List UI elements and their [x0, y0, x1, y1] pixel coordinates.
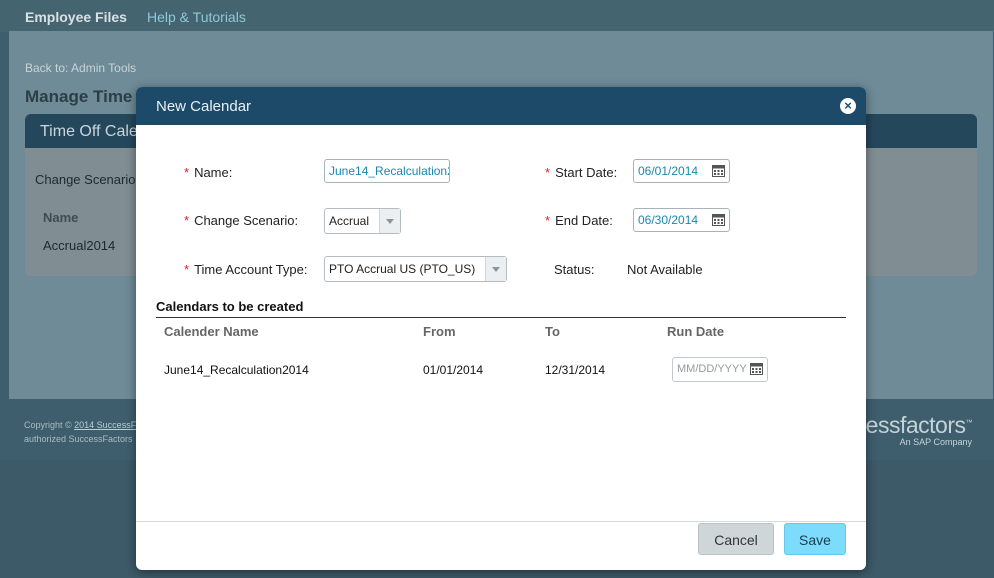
name-label-text: Name:: [194, 165, 233, 180]
required-marker: *: [545, 165, 551, 180]
change-scenario-select[interactable]: Accrual: [324, 208, 401, 234]
app-title[interactable]: Employee Files: [25, 9, 127, 25]
time-account-type-label: * Time Account Type:: [184, 262, 308, 277]
required-marker: *: [184, 165, 190, 180]
status-value: Not Available: [627, 262, 703, 277]
chevron-down-icon[interactable]: [379, 209, 400, 233]
footer-divider: [136, 521, 866, 522]
end-date-label-text: End Date:: [555, 213, 613, 228]
required-marker: *: [184, 213, 190, 228]
name-label: * Name:: [184, 165, 232, 180]
copyright-line2: authorized SuccessFactors: [24, 434, 133, 444]
row-to-date: 12/31/2014: [545, 363, 606, 377]
close-icon[interactable]: ×: [840, 98, 856, 114]
background-change-scenario-label: Change Scenario: [35, 172, 136, 187]
column-header-calender-name: Calender Name: [164, 324, 259, 339]
time-account-type-value: PTO Accrual US (PTO_US): [329, 262, 476, 276]
copyright-prefix: Copyright ©: [24, 420, 75, 430]
end-date-input[interactable]: 06/30/2014: [633, 208, 730, 232]
required-marker: *: [545, 213, 551, 228]
status-label: Status:: [554, 262, 595, 277]
change-scenario-label: * Change Scenario:: [184, 213, 298, 228]
change-scenario-label-text: Change Scenario:: [194, 213, 299, 228]
column-header-run-date: Run Date: [667, 324, 725, 339]
calendar-icon[interactable]: [712, 213, 725, 226]
required-marker: *: [184, 262, 190, 277]
row-calendar-name: June14_Recalculation2014: [164, 363, 309, 377]
start-date-value: 06/01/2014: [638, 164, 699, 178]
background-name-column: Name: [43, 210, 79, 225]
help-tutorials-link[interactable]: Help & Tutorials: [147, 9, 246, 25]
save-button[interactable]: Save: [784, 523, 846, 555]
calendar-icon[interactable]: [712, 164, 725, 177]
back-to-admin-tools-link[interactable]: Back to: Admin Tools: [25, 61, 136, 75]
top-bar: Employee Files Help & Tutorials: [0, 0, 994, 32]
column-header-from: From: [423, 324, 456, 339]
new-calendar-dialog: New Calendar × * Name: June14_Recalculati…: [136, 87, 866, 570]
run-date-placeholder: MM/DD/YYYY: [677, 363, 747, 375]
end-date-label: * End Date:: [545, 213, 613, 228]
chevron-down-icon[interactable]: [485, 257, 506, 281]
change-scenario-value: Accrual: [329, 214, 370, 228]
calendar-icon[interactable]: [750, 362, 763, 375]
dialog-header: New Calendar ×: [136, 87, 866, 125]
end-date-value: 06/30/2014: [638, 213, 699, 227]
run-date-input[interactable]: MM/DD/YYYY: [672, 357, 768, 382]
background-row-name: Accrual2014: [43, 238, 116, 253]
cancel-button[interactable]: Cancel: [698, 523, 774, 555]
logo-tm: ™: [965, 419, 973, 427]
row-from-date: 01/01/2014: [423, 363, 484, 377]
start-date-label-text: Start Date:: [555, 165, 618, 180]
start-date-input[interactable]: 06/01/2014: [633, 159, 730, 183]
time-account-type-label-text: Time Account Type:: [194, 262, 308, 277]
dialog-title: New Calendar: [156, 98, 252, 115]
column-header-to: To: [545, 324, 560, 339]
section-title: Calendars to be created: [156, 299, 304, 314]
time-account-type-select[interactable]: PTO Accrual US (PTO_US): [324, 256, 507, 282]
start-date-label: * Start Date:: [545, 165, 617, 180]
section-divider: [156, 317, 846, 318]
name-input[interactable]: June14_Recalculation2014: [324, 159, 450, 183]
